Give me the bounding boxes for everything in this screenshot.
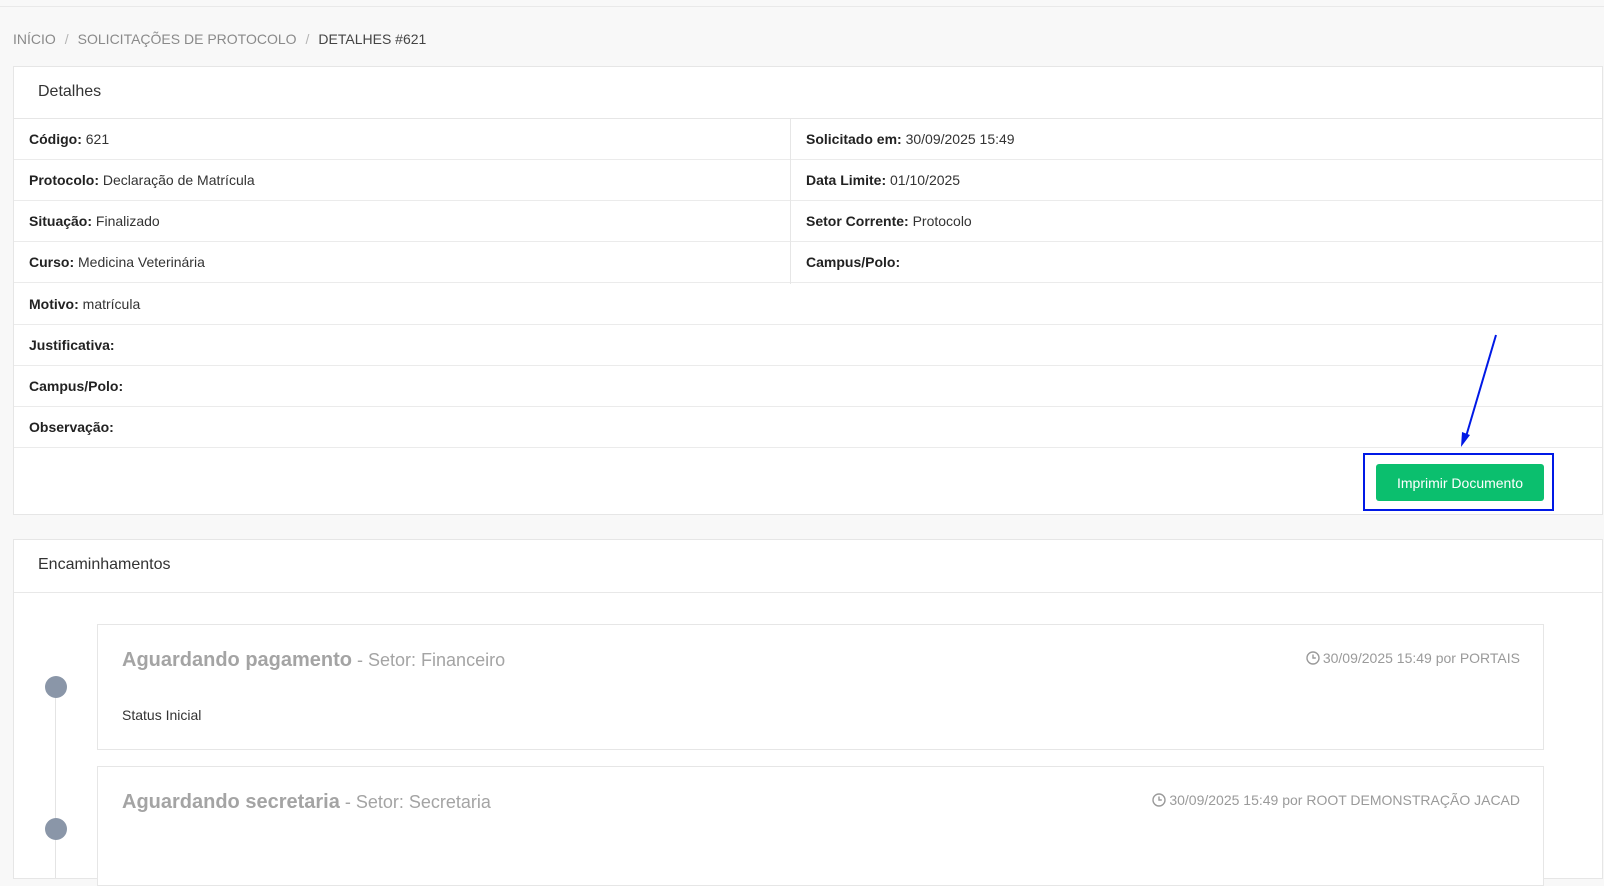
- field-label: Observação:: [29, 419, 114, 435]
- field-label: Campus/Polo:: [806, 254, 901, 270]
- top-divider: [0, 6, 1604, 7]
- field-value: 621: [81, 131, 110, 147]
- field-label: Motivo:: [29, 296, 79, 312]
- timeline-meta-text: 30/09/2025 15:49 por ROOT DEMONSTRAÇÃO J…: [1169, 792, 1520, 808]
- timeline-note: Status Inicial: [122, 707, 202, 723]
- field-campus-polo-full: Campus/Polo:: [14, 366, 1602, 407]
- field-value: 30/09/2025 15:49: [901, 131, 1015, 147]
- field-value: Medicina Veterinária: [74, 254, 205, 270]
- field-label: Justificativa:: [29, 337, 115, 353]
- field-value: Finalizado: [92, 213, 160, 229]
- forwardings-header-divider: [14, 592, 1602, 593]
- timeline-item-title: Aguardando pagamento - Setor: Financeiro: [122, 649, 505, 672]
- breadcrumb-home[interactable]: INÍCIO: [13, 31, 56, 47]
- field-codigo: Código: 621: [14, 119, 790, 160]
- print-document-button[interactable]: Imprimir Documento: [1376, 464, 1544, 501]
- breadcrumb: INÍCIO / SOLICITAÇÕES DE PROTOCOLO / DETALHE…: [13, 31, 426, 47]
- field-label: Situação:: [29, 213, 93, 229]
- field-value: 01/10/2025: [886, 172, 961, 188]
- field-data-limite: Data Limite: 01/10/2025: [791, 160, 1602, 201]
- field-label: Data Limite:: [806, 172, 887, 188]
- timeline-sector: - Setor: Financeiro: [352, 650, 506, 670]
- field-label: Curso:: [29, 254, 75, 270]
- field-setor-corrente: Setor Corrente: Protocolo: [791, 201, 1602, 242]
- field-curso: Curso: Medicina Veterinária: [14, 242, 790, 283]
- field-observacao: Observação:: [14, 407, 1602, 448]
- field-label: Setor Corrente:: [806, 213, 909, 229]
- field-label: Protocolo:: [29, 172, 99, 188]
- timeline-item: Aguardando secretaria - Setor: Secretari…: [97, 766, 1544, 886]
- timeline-dot: [45, 818, 67, 840]
- details-title: Detalhes: [38, 83, 102, 100]
- column-divider: [790, 119, 791, 284]
- field-motivo: Motivo: matrícula: [14, 284, 1602, 325]
- clock-icon: [1152, 793, 1167, 807]
- timeline-status: Aguardando pagamento: [122, 649, 353, 671]
- print-button-highlight: Imprimir Documento: [1363, 453, 1554, 511]
- field-value: matrícula: [78, 296, 141, 312]
- field-value: Declaração de Matrícula: [99, 172, 255, 188]
- forwardings-title: Encaminhamentos: [38, 556, 171, 573]
- field-campus-polo: Campus/Polo:: [791, 242, 1602, 283]
- forwardings-card: Encaminhamentos Aguardando pagamento - S…: [13, 539, 1603, 886]
- field-solicitado-em: Solicitado em: 30/09/2025 15:49: [791, 119, 1602, 160]
- field-value: Protocolo: [908, 213, 972, 229]
- timeline-meta: 30/09/2025 15:49 por PORTAIS: [1306, 650, 1520, 666]
- breadcrumb-current: DETALHES #621: [318, 31, 427, 47]
- field-protocolo: Protocolo: Declaração de Matrícula: [14, 160, 790, 201]
- field-label: Campus/Polo:: [29, 378, 124, 394]
- breadcrumb-separator: /: [64, 31, 69, 47]
- timeline-sector: - Setor: Secretaria: [339, 792, 491, 812]
- details-card: Detalhes Código: 621 Protocolo: Declaraç…: [13, 66, 1603, 515]
- field-justificativa: Justificativa:: [14, 325, 1602, 366]
- timeline-meta: 30/09/2025 15:49 por ROOT DEMONSTRAÇÃO J…: [1152, 792, 1520, 808]
- timeline-item: Aguardando pagamento - Setor: Financeiro…: [97, 624, 1544, 750]
- timeline-dot: [45, 676, 67, 698]
- clock-icon: [1306, 651, 1320, 665]
- breadcrumb-separator: /: [305, 31, 310, 47]
- timeline-status: Aguardando secretaria: [122, 791, 340, 813]
- field-label: Código:: [29, 131, 82, 147]
- annotation-arrow: [1461, 334, 1497, 447]
- field-situacao: Situação: Finalizado: [14, 201, 790, 242]
- timeline-item-title: Aguardando secretaria - Setor: Secretari…: [122, 791, 491, 814]
- timeline-meta-text: 30/09/2025 15:49 por PORTAIS: [1322, 650, 1520, 666]
- field-label: Solicitado em:: [806, 131, 902, 147]
- timeline-line: [55, 688, 56, 878]
- breadcrumb-protocol-requests[interactable]: SOLICITAÇÕES DE PROTOCOLO: [78, 31, 297, 47]
